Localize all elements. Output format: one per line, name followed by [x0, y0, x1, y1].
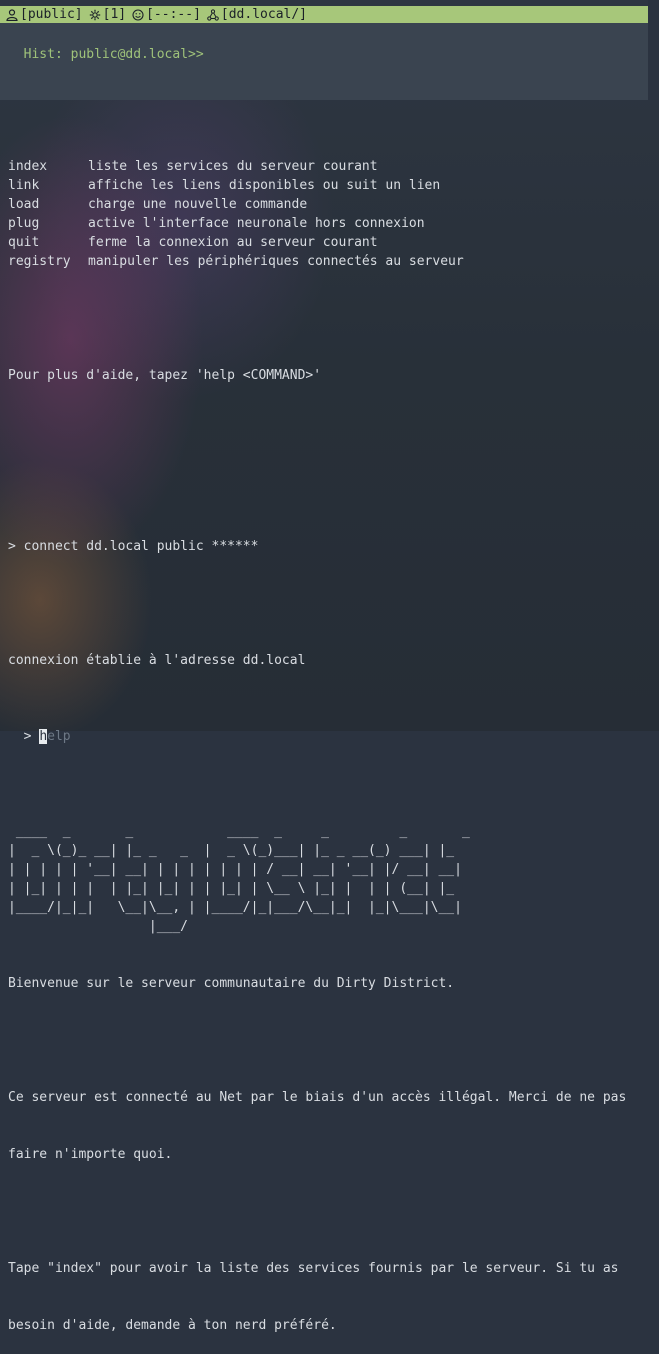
- help-command-name: link: [8, 178, 40, 193]
- notice-line-1: Ce serveur est connecté au Net par le bi…: [8, 1090, 627, 1105]
- help-command-row: registry manipuler les périphériques conn…: [8, 252, 659, 271]
- help-command-description: liste les services du serveur courant: [88, 159, 378, 174]
- status-gear: [1]: [89, 6, 126, 23]
- help-command-description: active l'interface neuronale hors connex…: [88, 216, 425, 231]
- status-time: [--:--]: [132, 6, 201, 23]
- text-cursor[interactable]: h: [39, 729, 48, 744]
- help-command-name: load: [8, 197, 40, 212]
- help-command-description: charge une nouvelle commande: [88, 197, 308, 212]
- terminal-output: index liste les services du serveur coura…: [8, 119, 659, 1354]
- user-icon: [6, 8, 18, 21]
- history-text: Hist: public@dd.local>>: [23, 47, 204, 62]
- status-time-label: [--:--]: [146, 7, 201, 22]
- tip-line-2: besoin d'aide, demande à ton nerd préfér…: [8, 1318, 337, 1333]
- ascii-banner: ____ _ _ ____ _ _ _ _ | _ \(_)_ __| |_ _…: [8, 824, 470, 934]
- connection-status-message: connexion établie à l'adresse dd.local: [8, 653, 306, 668]
- smiley-icon: [132, 8, 144, 21]
- status-bar: [public] [1] [--:--] [dd.local/]: [0, 6, 648, 23]
- help-command-name: quit: [8, 235, 40, 250]
- help-command-description: manipuler les périphériques connectés au…: [88, 254, 464, 269]
- command-input[interactable]: > help: [8, 708, 71, 746]
- status-host-label: [dd.local/]: [220, 7, 307, 22]
- status-user-label: [public]: [20, 7, 83, 22]
- help-command-row: link affiche les liens disponibles ou sui…: [8, 176, 659, 195]
- help-command-name: index: [8, 159, 48, 174]
- history-panel: Hist: public@dd.local>>: [0, 23, 648, 100]
- help-command-row: plug active l'interface neuronale hors co…: [8, 214, 659, 233]
- status-host: [dd.local/]: [207, 6, 307, 23]
- prompt-symbol: >: [23, 729, 32, 744]
- help-command-row: load charge une nouvelle commande: [8, 195, 659, 214]
- help-command-row: quit ferme la connexion au serveur couran…: [8, 233, 659, 252]
- tip-line-1: Tape "index" pour avoir la liste des ser…: [8, 1261, 619, 1276]
- help-command-description: affiche les liens disponibles ou suit un…: [88, 178, 441, 193]
- help-command-name: registry: [8, 254, 71, 269]
- help-command-name: plug: [8, 216, 40, 231]
- help-command-row: index liste les services du serveur coura…: [8, 157, 659, 176]
- status-gear-label: [1]: [102, 7, 127, 22]
- notice-line-2: faire n'importe quoi.: [8, 1147, 173, 1162]
- help-command-list: index liste les services du serveur coura…: [8, 157, 659, 271]
- gear-icon: [89, 9, 100, 20]
- help-more-text: Pour plus d'aide, tapez 'help <COMMAND>': [8, 368, 322, 383]
- connect-command-echo: > connect dd.local public ******: [8, 539, 259, 554]
- network-icon: [207, 8, 219, 21]
- input-placeholder: elp: [47, 729, 71, 744]
- status-user: [public]: [6, 6, 83, 23]
- panel-gutter: [648, 0, 659, 100]
- help-command-description: ferme la connexion au serveur courant: [88, 235, 378, 250]
- welcome-message: Bienvenue sur le serveur communautaire d…: [8, 976, 455, 991]
